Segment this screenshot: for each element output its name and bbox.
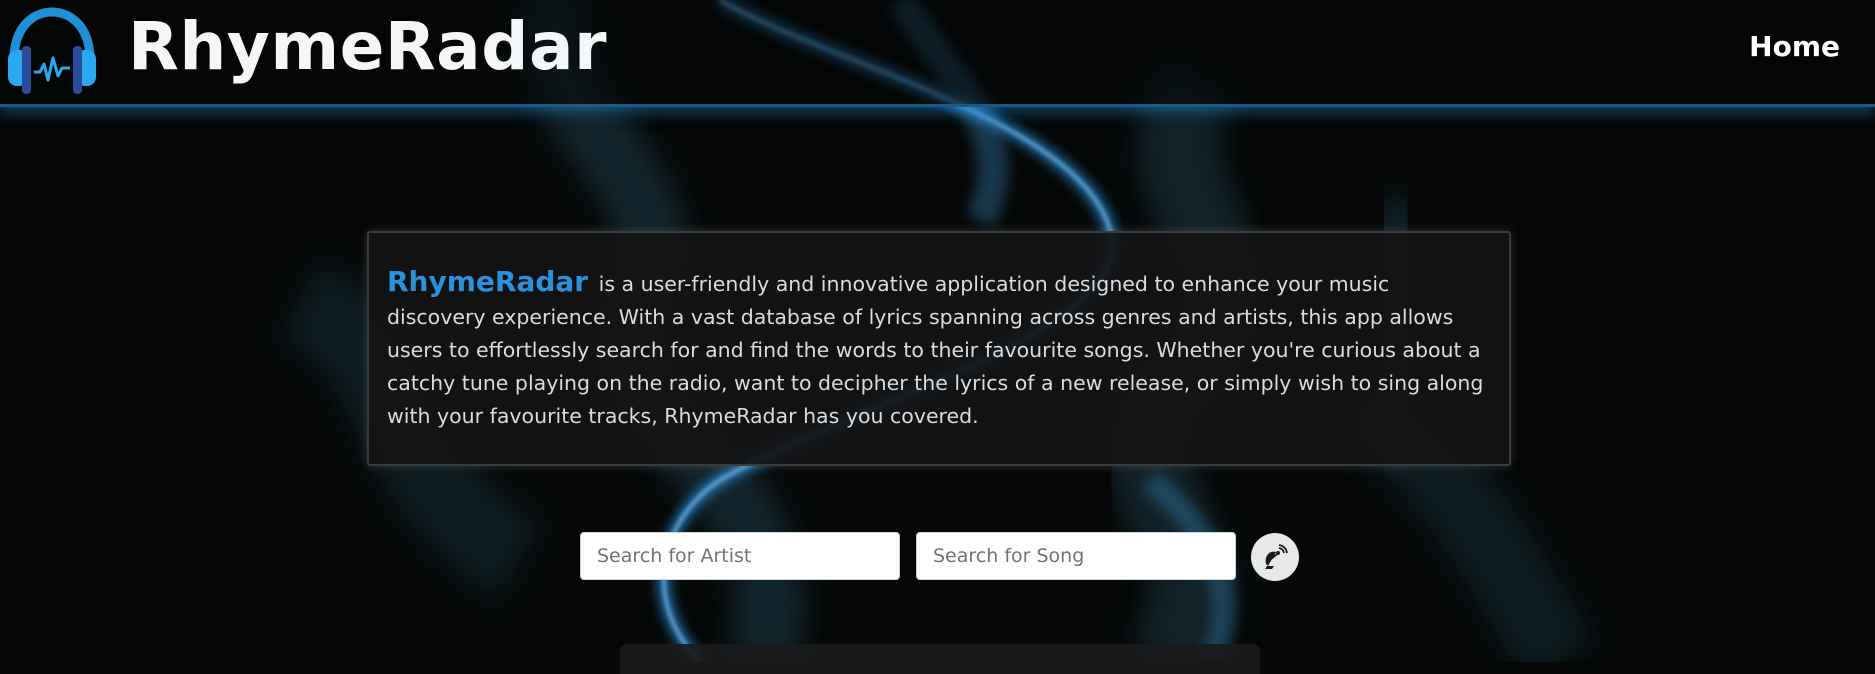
artist-search-input[interactable]: [580, 532, 900, 580]
brand-title[interactable]: RhymeRadar: [128, 2, 607, 92]
headphones-icon[interactable]: [4, 6, 100, 94]
song-search-input[interactable]: [916, 532, 1236, 580]
satellite-dish-icon: [1265, 544, 1288, 569]
about-panel: RhymeRadar is a user-friendly and innova…: [367, 231, 1511, 466]
about-paragraph: RhymeRadar is a user-friendly and innova…: [387, 265, 1491, 433]
search-button[interactable]: [1251, 533, 1299, 581]
top-navbar: RhymeRadar Home: [0, 0, 1875, 107]
nav-home-link[interactable]: Home: [1749, 30, 1840, 63]
results-panel: [620, 644, 1260, 674]
about-brand-name: RhymeRadar: [387, 265, 589, 298]
